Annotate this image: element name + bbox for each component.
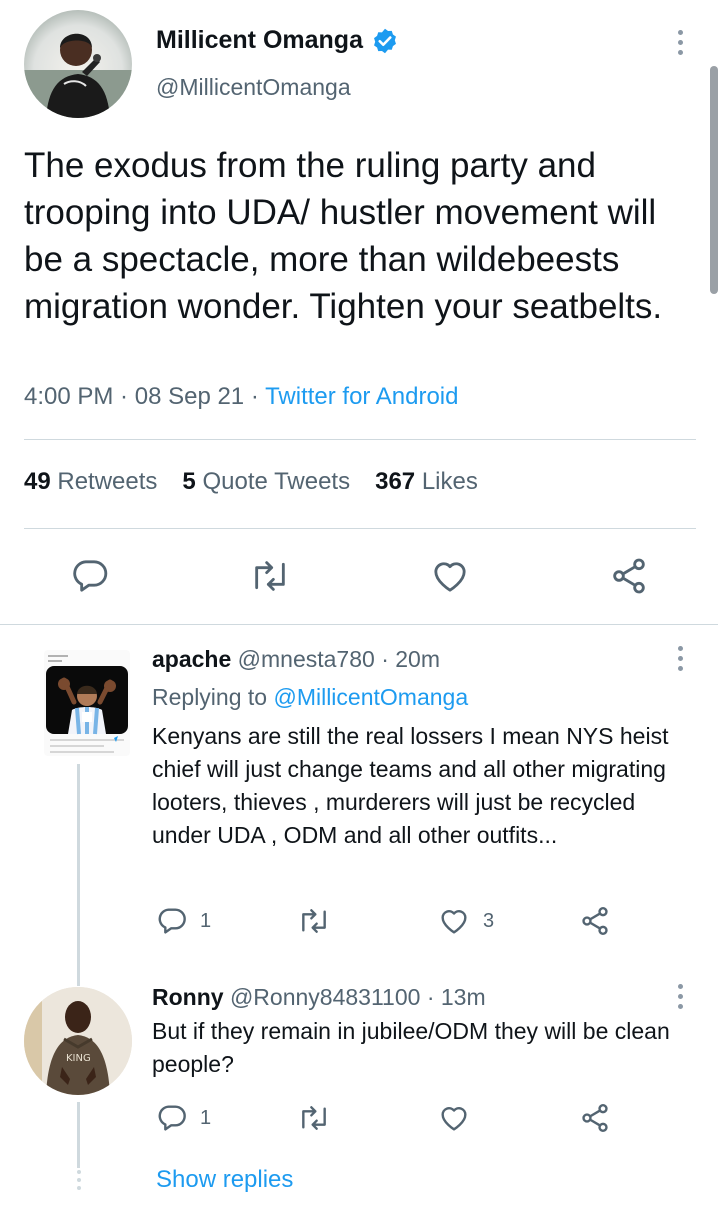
likes-count: 367	[375, 468, 416, 495]
reply-icon[interactable]	[156, 1102, 188, 1134]
quote-tweets-count: 5	[182, 468, 196, 495]
thread-line	[77, 1102, 80, 1168]
reply-author-handle[interactable]: @Ronny84831100	[230, 984, 420, 1010]
tweet-text: The exodus from the ruling party and tro…	[24, 146, 663, 326]
reply-header: Ronny @Ronny84831100 · 13m	[152, 984, 486, 1011]
tweet-stats: 49 Retweets 5 Quote Tweets 367 Likes	[24, 468, 478, 496]
tweet-meta: 4:00 PM · 08 Sep 21 · Twitter for Androi…	[24, 383, 458, 411]
reply-action-reply[interactable]: 1	[156, 905, 211, 937]
reply-text: But if they remain in jubilee/ODM they w…	[152, 1018, 670, 1077]
tweet-source-link[interactable]: Twitter for Android	[265, 383, 458, 410]
hoodie-print: KING	[66, 1053, 91, 1064]
more-options-icon[interactable]	[675, 646, 685, 671]
likes-label: Likes	[421, 468, 478, 495]
reply-action-like[interactable]: 3	[437, 905, 494, 937]
reply-author-name[interactable]: apache	[152, 646, 231, 672]
tweet-date: 08 Sep 21	[134, 383, 245, 410]
reply-action-reply[interactable]: 1	[156, 1102, 211, 1134]
reply-header: apache @mnesta780 · 20m	[152, 646, 440, 673]
reply-author-handle[interactable]: @mnesta780	[238, 646, 375, 672]
share-icon[interactable]	[579, 905, 611, 937]
likes-stat[interactable]: 367 Likes	[375, 468, 478, 496]
retweet-icon[interactable]	[248, 556, 292, 596]
scrollbar[interactable]	[710, 66, 718, 294]
replying-to: Replying to @MillicentOmanga	[152, 684, 468, 711]
author-photo	[24, 33, 132, 118]
meta-separator: ·	[244, 383, 266, 410]
quote-tweets-stat[interactable]: 5 Quote Tweets	[182, 468, 350, 496]
show-replies-link[interactable]: Show replies	[156, 1166, 293, 1194]
divider	[0, 624, 718, 625]
share-icon[interactable]	[579, 1102, 611, 1134]
author-name[interactable]: Millicent Omanga	[156, 26, 363, 55]
like-count: 3	[483, 909, 495, 932]
quote-tweets-label: Quote Tweets	[202, 468, 351, 495]
reply-avatar[interactable]: KING	[24, 987, 132, 1095]
thread-dots	[75, 1170, 82, 1190]
meta-separator: ·	[113, 383, 135, 410]
divider	[24, 439, 696, 440]
reply-author-name[interactable]: Ronny	[152, 984, 224, 1010]
author-avatar[interactable]	[24, 10, 132, 118]
author-handle[interactable]: @MillicentOmanga	[156, 74, 351, 101]
reply-icon[interactable]	[70, 556, 110, 596]
replying-to-handle[interactable]: @MillicentOmanga	[273, 684, 468, 710]
reply-count: 1	[200, 909, 212, 932]
reply-age: · 13m	[426, 984, 486, 1010]
like-icon[interactable]	[437, 1102, 471, 1134]
replying-to-label: Replying to	[152, 684, 268, 710]
reply-icon[interactable]	[156, 905, 188, 937]
like-icon[interactable]	[429, 556, 471, 596]
retweets-stat[interactable]: 49 Retweets	[24, 468, 157, 496]
like-icon[interactable]	[437, 905, 471, 937]
avatar-photo	[44, 650, 130, 756]
more-options-icon[interactable]	[675, 30, 685, 55]
avatar-photo: KING	[24, 987, 132, 1095]
retweets-count: 49	[24, 468, 51, 495]
tweet-time: 4:00 PM	[24, 383, 114, 410]
divider	[24, 528, 696, 529]
more-options-icon[interactable]	[675, 984, 685, 1009]
author-name-row[interactable]: Millicent Omanga	[156, 26, 399, 55]
retweets-label: Retweets	[57, 468, 158, 495]
reply-age: · 20m	[381, 646, 440, 672]
verified-badge-icon	[374, 28, 396, 53]
retweet-icon[interactable]	[296, 1102, 332, 1134]
thread-line	[77, 764, 80, 986]
reply-text: Kenyans are still the real lossers I mea…	[152, 723, 669, 848]
share-icon[interactable]	[609, 556, 649, 596]
retweet-icon[interactable]	[296, 905, 332, 937]
reply-avatar[interactable]	[44, 650, 130, 756]
reply-count: 1	[200, 1106, 212, 1129]
